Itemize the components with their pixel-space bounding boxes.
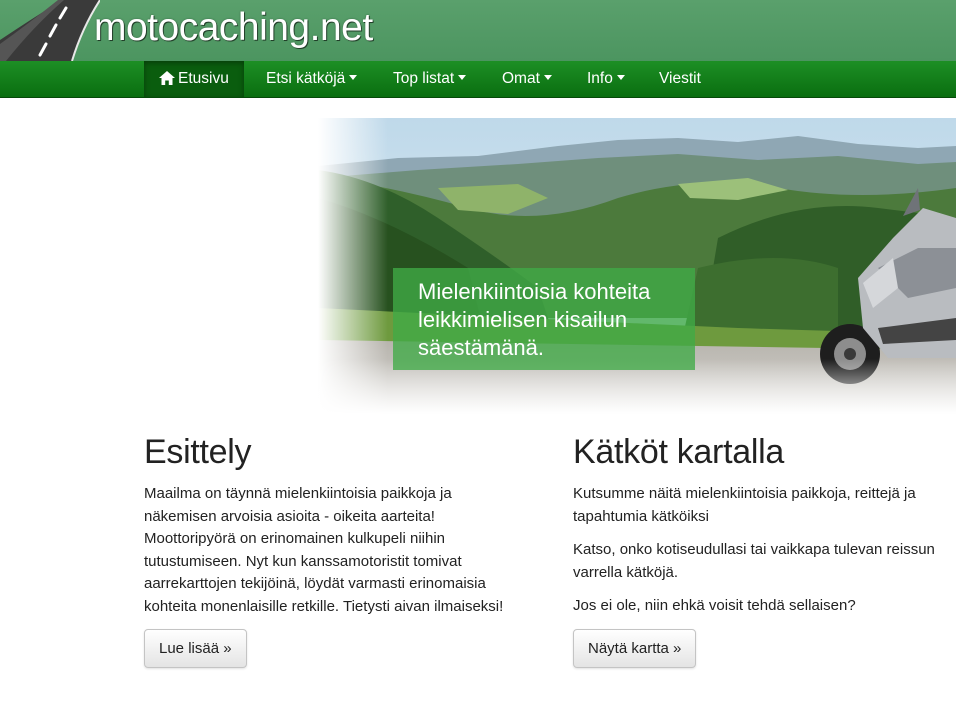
map-heading: Kätköt kartalla (573, 433, 784, 471)
nav-find-label: Etsi kätköjä (266, 70, 346, 87)
nav-home-label: Etusivu (178, 70, 229, 87)
caret-down-icon (349, 75, 358, 81)
nav-messages-label: Viestit (659, 70, 701, 87)
main-nav: Etusivu Etsi kätköjä Top listat Omat Inf… (0, 61, 956, 98)
nav-find-caches[interactable]: Etsi kätköjä (266, 61, 358, 97)
brand-bar: motocaching.net (0, 0, 956, 61)
road-logo-icon[interactable] (0, 0, 100, 61)
map-text-1: Kutsumme näitä mielenkiintoisia paikkoja… (573, 483, 956, 528)
nav-own[interactable]: Omat (502, 61, 552, 97)
map-line: Katso, onko kotiseudullasi tai vaikkapa … (573, 541, 935, 558)
caret-down-icon (458, 75, 467, 81)
home-icon (159, 71, 175, 85)
hero-caption-line: leikkimielisen kisailun (418, 307, 628, 332)
nav-info[interactable]: Info (587, 61, 625, 97)
map-text-2: Katso, onko kotiseudullasi tai vaikkapa … (573, 539, 956, 584)
nav-top-lists-label: Top listat (393, 70, 455, 87)
read-more-button[interactable]: Lue lisää » (144, 629, 247, 668)
hero-caption-line: säestämänä. (418, 335, 544, 360)
nav-info-label: Info (587, 70, 613, 87)
intro-heading: Esittely (144, 433, 252, 471)
hero-caption-line: Mielenkiintoisia kohteita (418, 279, 651, 304)
intro-text: Maailma on täynnä mielenkiintoisia paikk… (144, 483, 544, 618)
nav-home[interactable]: Etusivu (144, 61, 244, 97)
intro-line: Maailma on täynnä mielenkiintoisia paikk… (144, 485, 452, 502)
intro-line: Moottoripyörä on erinomainen kulkupeli n… (144, 530, 446, 547)
intro-line: näkemisen arvoisia asioita - oikeita aar… (144, 507, 435, 525)
show-map-button[interactable]: Näytä kartta » (573, 629, 697, 668)
nav-messages[interactable]: Viestit (659, 61, 701, 97)
hero-banner: Mielenkiintoisia kohteita leikkimielisen… (318, 118, 956, 414)
nav-own-label: Omat (502, 70, 540, 87)
nav-top-lists[interactable]: Top listat (393, 61, 467, 97)
site-title[interactable]: motocaching.net (94, 6, 373, 50)
map-line: Kutsumme näitä mielenkiintoisia paikkoja… (573, 485, 916, 502)
intro-line: aarrekarttojen tekijöinä, löydät varmast… (144, 575, 486, 592)
intro-line: kohteita monenlaisille retkille. Tietyst… (144, 597, 504, 615)
map-line: tapahtumia kätköiksi (573, 507, 709, 525)
caret-down-icon (616, 75, 625, 81)
intro-line: tutustumiseen. Nyt kun kanssamotoristit … (144, 552, 462, 570)
map-section: Kätköt kartalla Kutsumme näitä mielenkii… (573, 430, 956, 618)
caret-down-icon (543, 75, 552, 81)
map-line: varrella kätköjä. (573, 563, 679, 581)
intro-section: Esittely Maailma on täynnä mielenkiintoi… (144, 430, 544, 618)
hero-caption: Mielenkiintoisia kohteita leikkimielisen… (393, 268, 695, 370)
map-text-3: Jos ei ole, niin ehkä voisit tehdä sella… (573, 597, 856, 614)
